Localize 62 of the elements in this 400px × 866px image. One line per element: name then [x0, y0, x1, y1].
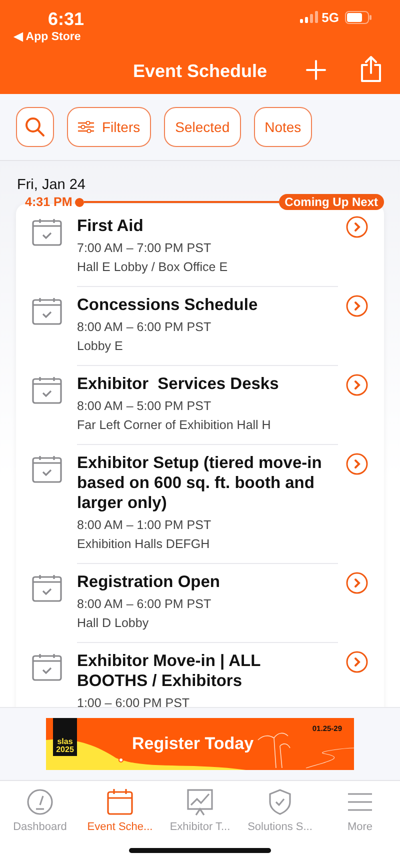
calendar-check-icon	[32, 455, 62, 483]
current-time: 4:31 PM	[25, 195, 72, 209]
chevron-circle-icon[interactable]	[346, 453, 368, 475]
network-label: 5G	[322, 10, 339, 24]
back-link[interactable]: ◀ App Store	[14, 29, 84, 45]
chevron-circle-icon[interactable]	[346, 651, 368, 673]
event-row[interactable]: Exhibitor Services Desks 8:00 AM – 5:00 PM PST Far Left Corner of Exhibition Hall H	[16, 366, 384, 445]
share-icon[interactable]	[360, 56, 382, 82]
event-row[interactable]: Registration Open 8:00 AM – 6:00 PM PST Hall D Lobby	[16, 564, 384, 643]
calendar-check-icon	[32, 376, 62, 404]
event-row[interactable]: Concessions Schedule 8:00 AM – 6:00 PM PST Lobby E	[16, 287, 384, 366]
date-heading: Fri, Jan 24	[17, 177, 86, 193]
chevron-circle-icon[interactable]	[346, 216, 368, 238]
event-title: Exhibitor Setup (tiered move-in based on 600 sq. ft. booth and larger only)	[77, 453, 323, 513]
calendar-check-icon	[32, 218, 62, 246]
sliders-icon	[78, 121, 94, 133]
search-icon	[25, 117, 45, 137]
event-time: 8:00 AM – 5:00 PM PST	[77, 398, 212, 415]
event-time: 8:00 AM – 1:00 PM PST	[77, 517, 212, 534]
banner-headline: Register Today	[132, 734, 254, 754]
chevron-circle-icon[interactable]	[346, 572, 368, 594]
shield-icon	[266, 788, 294, 816]
calendar-icon	[106, 788, 134, 816]
tab-item[interactable]: More	[320, 788, 400, 844]
dashboard-icon	[26, 788, 54, 816]
search-button[interactable]	[16, 107, 54, 147]
event-title: Registration Open	[77, 572, 222, 592]
calendar-check-icon	[32, 653, 62, 681]
tab-item[interactable]: Dashboard	[0, 788, 80, 844]
event-title: Exhibitor Services Desks	[77, 374, 280, 394]
filter-button[interactable]: Notes	[254, 107, 312, 147]
event-time: 8:00 AM – 6:00 PM PST	[77, 596, 212, 613]
tab-item[interactable]: Event Sche...	[80, 788, 160, 844]
calendar-check-icon	[32, 297, 62, 325]
event-title: First Aid	[77, 216, 144, 236]
coming-up-badge: Coming Up Next	[278, 194, 384, 210]
screen-title: Event Schedule	[132, 61, 268, 82]
battery-icon	[345, 10, 372, 24]
event-location: Far Left Corner of Exhibition Hall H	[77, 417, 272, 434]
filters-button[interactable]: Filters	[67, 107, 152, 147]
event-location: Hall E Lobby / Box Office E	[77, 259, 229, 276]
filter-button[interactable]: Selected	[164, 107, 241, 147]
event-title: Concessions Schedule	[77, 295, 259, 315]
event-location: Lobby E	[77, 338, 124, 355]
event-row[interactable]: Exhibitor Setup (tiered move-in based on 600 sq. ft. booth and larger only) 8:00 AM – 1:00 PM PST Exhibition Halls DEFGH	[16, 445, 384, 564]
event-location: Hall D Lobby	[77, 615, 150, 632]
event-time: 8:00 AM – 6:00 PM PST	[77, 319, 212, 336]
signal-icon	[300, 11, 318, 23]
event-location: Exhibition Halls DEFGH	[77, 536, 211, 553]
chevron-circle-icon[interactable]	[346, 295, 368, 317]
tab-item[interactable]: Solutions S...	[240, 788, 320, 844]
add-icon[interactable]	[306, 60, 326, 80]
event-logo: slas 2025	[53, 718, 77, 756]
status-time: 6:31	[48, 9, 84, 29]
chart-icon	[186, 788, 214, 816]
tab-item[interactable]: Exhibitor T...	[160, 788, 240, 844]
chevron-circle-icon[interactable]	[346, 374, 368, 396]
event-row[interactable]: First Aid 7:00 AM – 7:00 PM PST Hall E Lobby / Box Office E	[16, 208, 384, 287]
calendar-check-icon	[32, 574, 62, 602]
event-time: 1:00 – 6:00 PM PST	[77, 695, 191, 707]
event-title: Exhibitor Move-in | ALL BOOTHS / Exhibitors	[77, 651, 262, 691]
event-time: 7:00 AM – 7:00 PM PST	[77, 240, 212, 257]
